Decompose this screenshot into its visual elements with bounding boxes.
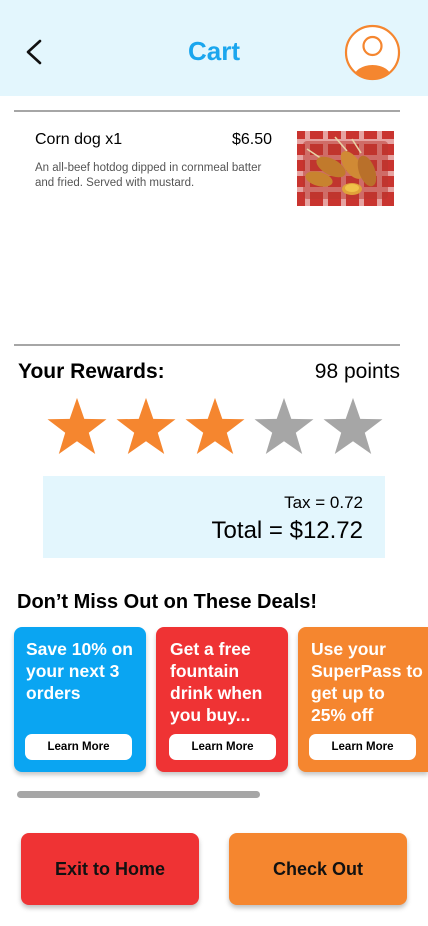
app-header: Cart	[0, 0, 428, 96]
user-avatar-icon[interactable]	[344, 24, 401, 81]
exit-to-home-button[interactable]: Exit to Home	[21, 833, 199, 905]
deal-card-save[interactable]: Save 10% on your next 3 orders Learn Mor…	[14, 627, 146, 772]
star-filled-icon	[47, 397, 107, 454]
tax-amount: Tax = 0.72	[284, 493, 363, 512]
totals-panel: Tax = 0.72 Total = $12.72	[43, 476, 385, 558]
learn-more-button[interactable]: Learn More	[169, 734, 276, 760]
rewards-points: 98 points	[314, 360, 400, 383]
rewards-stars	[46, 396, 386, 458]
item-description: An all-beef hotdog dipped in cornmeal ba…	[35, 162, 262, 189]
deal-text: Use your SuperPass to get up to 25% off	[311, 639, 423, 725]
deal-card-free-drink[interactable]: Get a free fountain drink when you buy..…	[156, 627, 288, 772]
item-price: $6.50	[232, 131, 273, 148]
star-filled-icon	[185, 397, 245, 454]
divider	[14, 110, 400, 112]
star-empty-icon	[254, 397, 314, 454]
deal-card-superpass[interactable]: Use your SuperPass to get up to 25% off …	[298, 627, 428, 772]
deals-scrollbar[interactable]	[17, 791, 260, 798]
check-out-button[interactable]: Check Out	[229, 833, 407, 905]
item-name: Corn dog x1	[35, 131, 123, 148]
rewards-label: Your Rewards:	[18, 360, 165, 383]
learn-more-button[interactable]: Learn More	[309, 734, 416, 760]
star-filled-icon	[116, 397, 176, 454]
total-amount: Total = $12.72	[211, 517, 363, 544]
deal-text: Get a free fountain drink when you buy..…	[170, 639, 263, 725]
divider	[14, 344, 400, 346]
deals-heading: Don’t Miss Out on These Deals!	[17, 591, 318, 613]
deal-text: Save 10% on your next 3 orders	[26, 639, 133, 703]
learn-more-button[interactable]: Learn More	[25, 734, 132, 760]
star-empty-icon	[323, 397, 383, 454]
corn-dog-photo	[297, 131, 394, 206]
